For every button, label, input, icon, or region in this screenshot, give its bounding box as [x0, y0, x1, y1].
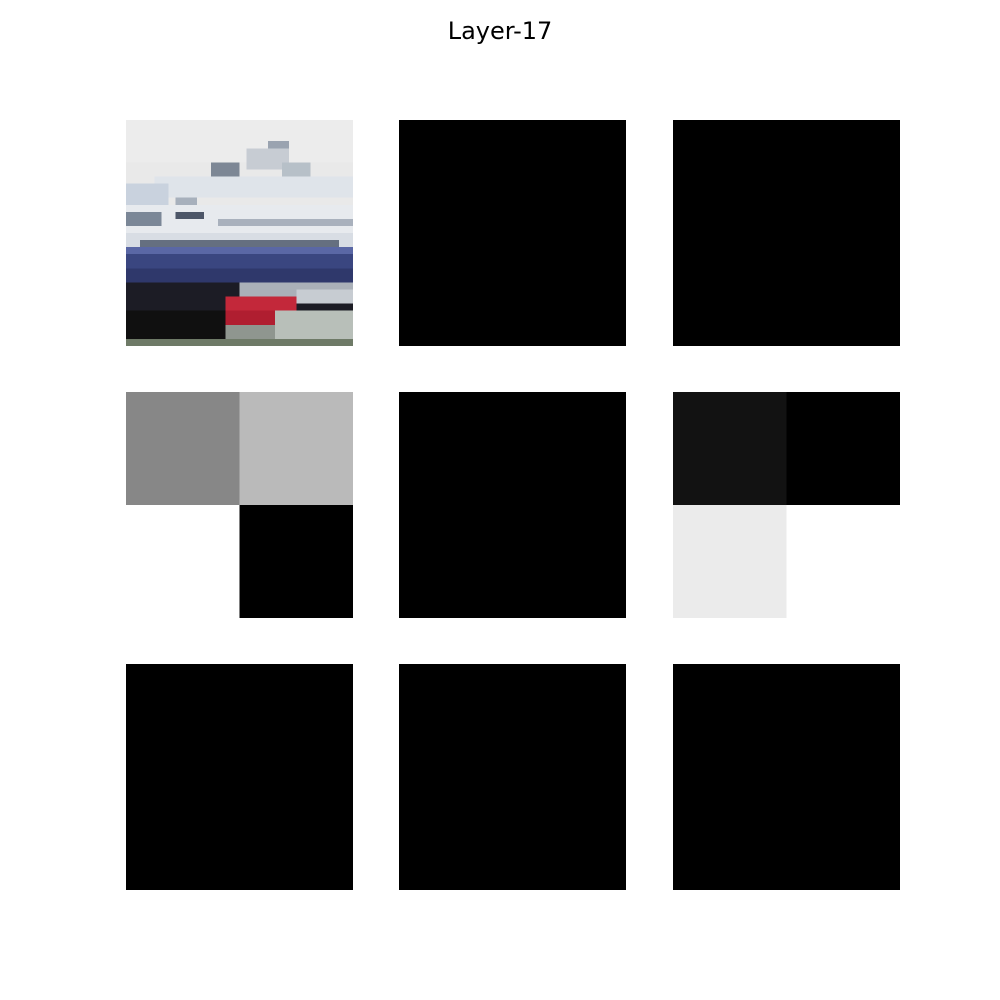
activation-cell	[239, 392, 353, 505]
activation-cell	[786, 777, 900, 890]
activation-cell	[512, 664, 626, 777]
feature-map-panel	[673, 392, 900, 618]
activation-cell	[126, 777, 240, 890]
activation-cell	[512, 392, 626, 505]
activation-cell	[673, 777, 787, 890]
activation-cell	[786, 392, 900, 505]
feature-map-panel	[399, 664, 626, 890]
feature-map-panel	[673, 120, 900, 346]
feature-map-panel	[399, 392, 626, 618]
activation-cell	[512, 120, 626, 233]
figure-title: Layer-17	[447, 17, 553, 45]
activation-cell	[673, 233, 787, 346]
activation-cell	[786, 233, 900, 346]
feature-map-panel	[673, 664, 900, 890]
activation-cell	[239, 777, 353, 890]
activation-cell	[512, 233, 626, 346]
activation-cell	[512, 777, 626, 890]
activation-cell	[673, 392, 787, 505]
activation-cell	[786, 505, 900, 618]
activation-cell	[399, 664, 513, 777]
activation-cell	[399, 120, 513, 233]
activation-cell	[126, 392, 240, 505]
activation-cell	[673, 120, 787, 233]
activation-cell	[399, 392, 513, 505]
activation-cell	[512, 505, 626, 618]
activation-cell	[399, 505, 513, 618]
activation-cell	[126, 505, 240, 618]
activation-cell	[673, 505, 787, 618]
feature-map-panel	[399, 120, 626, 346]
activation-cell	[786, 120, 900, 233]
activation-cell	[239, 664, 353, 777]
feature-map-grid	[126, 120, 900, 890]
feature-map-panel	[126, 664, 353, 890]
activation-cell	[399, 233, 513, 346]
input-ship-image	[126, 120, 353, 346]
activation-cell	[239, 505, 353, 618]
activation-cell	[786, 664, 900, 777]
activation-cell	[399, 777, 513, 890]
activation-cell	[673, 664, 787, 777]
feature-map-panel	[126, 392, 353, 618]
activation-cell	[126, 664, 240, 777]
